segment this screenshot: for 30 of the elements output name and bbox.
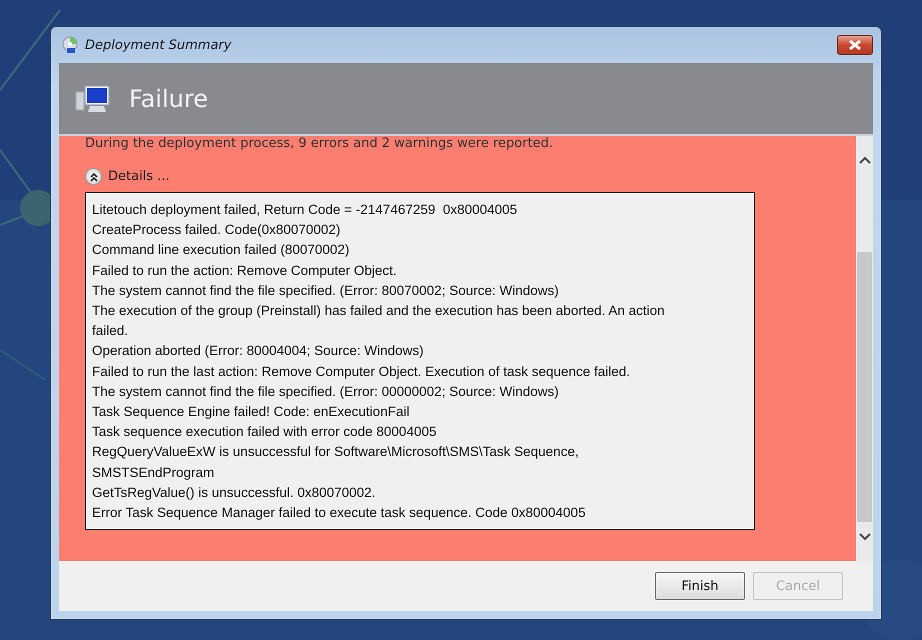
log-line: The system cannot find the file specified. (Error: 00000002; Source: Windows) (92, 382, 560, 401)
computer-icon (75, 84, 111, 114)
scrollbar[interactable] (856, 136, 873, 561)
disc-icon (61, 36, 79, 54)
close-icon (848, 40, 862, 50)
log-line: Task sequence execution failed with error code 80004005 (92, 423, 438, 442)
log-line: Command line execution failed (80070002) (92, 241, 350, 260)
summary-text: During the deployment process, 9 errors and 2 warnings were reported. (85, 136, 554, 151)
log-line: Failed to run the last action: Remove Computer Object. Execution of task sequence failed. (92, 362, 632, 381)
log-line: Task Sequence Engine failed! Code: enExecutionFail (92, 403, 410, 422)
log-line: The system cannot find the file specified. (Error: 80070002; Source: Windows) (92, 282, 560, 300)
log-line: Operation aborted (Error: 80004004; Source: Windows) (92, 342, 425, 360)
close-button[interactable] (837, 35, 873, 55)
finish-button[interactable]: Finish (655, 572, 745, 600)
log-line: Error Task Sequence Manager failed to execute task sequence. Code 0x80004005 (92, 504, 587, 522)
log-line: Failed to run the action: Remove Computer Object. (92, 262, 398, 280)
log-line: failed. (92, 322, 130, 340)
log-line: CreateProcess failed. Code(0x80070002) (92, 221, 342, 240)
log-line: RegQueryValueExW is unsuccessful for Software\Microsoft\SMS\Task Sequence, (92, 443, 580, 462)
log-line: The execution of the group (Preinstall) has failed and the execution has been aborted. An action (92, 302, 666, 320)
details-label: Details ... (108, 169, 170, 184)
collapse-button[interactable] (85, 168, 102, 185)
log-line: Litetouch deployment failed, Return Code = -2147467259 0x80004005 (92, 201, 518, 219)
log-line: GetTsRegValue() is unsuccessful. 0x80070002. (92, 484, 376, 502)
status-heading: Failure (129, 84, 208, 112)
window-title: Deployment Summary (85, 38, 232, 52)
scroll-up-icon (858, 156, 870, 164)
chevron-icon (88, 172, 98, 182)
scroll-down-icon (858, 533, 870, 541)
log-line: SMSTSEndProgram (92, 464, 216, 482)
